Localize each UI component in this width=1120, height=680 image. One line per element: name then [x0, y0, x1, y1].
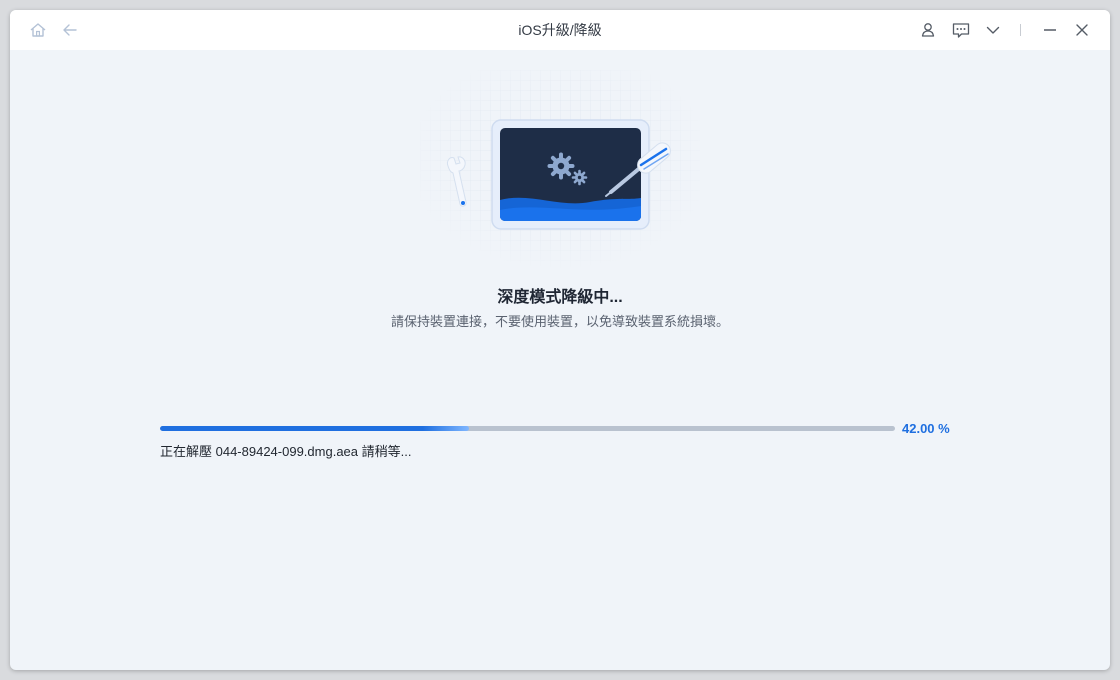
downgrade-illustration — [420, 70, 700, 270]
small-gear-icon — [571, 169, 588, 186]
home-icon[interactable] — [28, 20, 48, 40]
feedback-icon[interactable] — [951, 20, 971, 40]
gear-icon — [547, 152, 575, 180]
close-icon[interactable] — [1072, 20, 1092, 40]
chevron-down-icon[interactable] — [983, 20, 1003, 40]
titlebar-separator — [1020, 24, 1021, 36]
progress-fill — [160, 426, 469, 431]
title-bar: iOS升級/降級 — [10, 10, 1110, 50]
status-title: 深度模式降級中... — [497, 289, 623, 306]
window-title: iOS升級/降級 — [518, 22, 602, 38]
back-arrow-icon[interactable] — [60, 20, 80, 40]
minimize-icon[interactable] — [1040, 20, 1060, 40]
status-subtitle: 請保持裝置連接，不要使用裝置，以免導致裝置系統損壞。 — [390, 314, 729, 329]
progress-bar — [160, 426, 895, 431]
user-icon[interactable] — [918, 20, 938, 40]
progress-status-text: 正在解壓 044-89424-099.dmg.aea 請稍等... — [160, 444, 412, 459]
progress-percent: 42.00 % — [902, 421, 950, 436]
app-window: iOS升級/降級 深度模式降級中... 請保持裝置連接，不要使用裝置，以免導致裝… — [10, 10, 1110, 670]
